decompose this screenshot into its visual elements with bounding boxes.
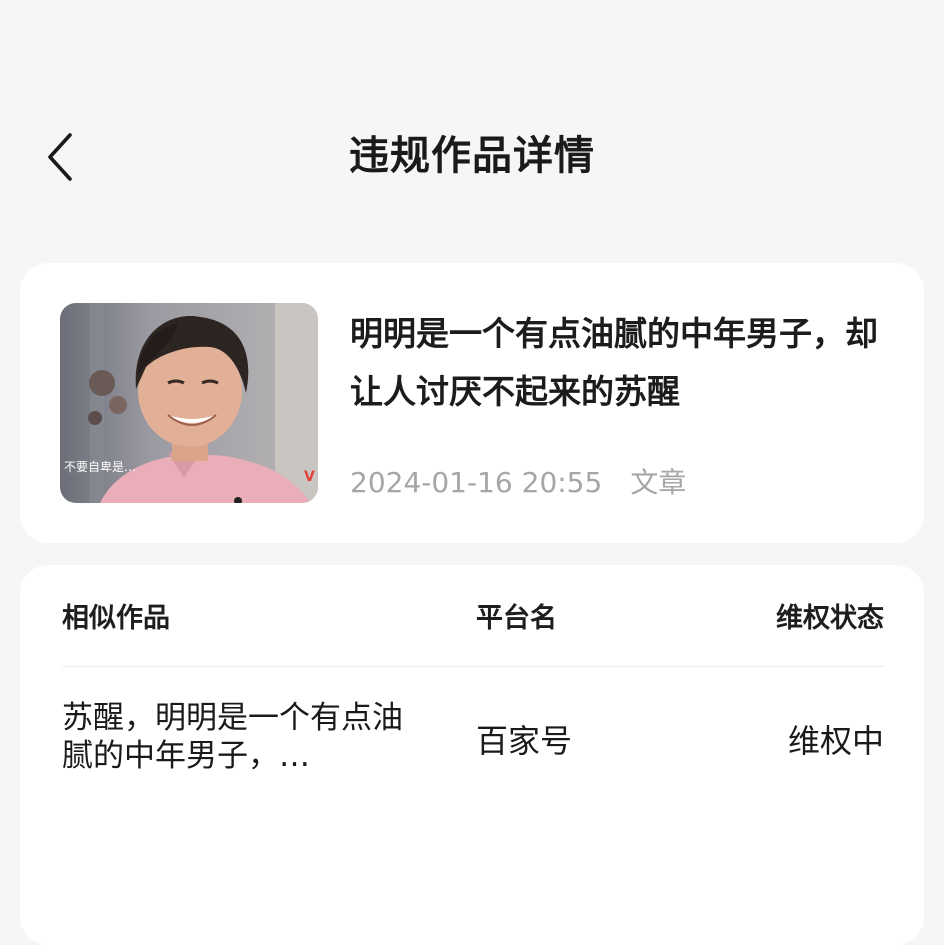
rights-status: 维权中 xyxy=(787,722,884,760)
thumbnail-image: 不要自卑是… V xyxy=(60,303,318,503)
column-header-platform: 平台名 xyxy=(476,603,557,634)
platform-name: 百家号 xyxy=(476,722,573,760)
top-bar: 违规作品详情 xyxy=(0,100,944,210)
work-meta: 2024-01-16 20:55 文章 xyxy=(350,463,686,503)
work-title: 明明是一个有点油腻的中年男子，却让人讨厌不起来的苏醒 xyxy=(350,314,878,411)
header-divider xyxy=(62,666,884,667)
page-title: 违规作品详情 xyxy=(349,133,595,179)
svg-text:V: V xyxy=(304,469,315,485)
work-type: 文章 xyxy=(630,466,687,499)
work-thumbnail[interactable]: 不要自卑是… V xyxy=(60,303,318,503)
thumbnail-caption: 不要自卑是… xyxy=(64,459,136,474)
similar-work-title[interactable]: 苏醒，明明是一个有点油腻的中年男子，… xyxy=(62,699,407,775)
similar-works-card: 相似作品 平台名 维权状态 苏醒，明明是一个有点油腻的中年男子，… 百家号 维权… xyxy=(20,565,924,945)
violating-work-card[interactable]: 不要自卑是… V 明明是一个有点油腻的中年男子，却让人讨厌不起来的苏醒 2024… xyxy=(20,263,924,543)
column-header-similar: 相似作品 xyxy=(62,603,170,634)
column-header-status: 维权状态 xyxy=(776,603,884,634)
work-datetime: 2024-01-16 20:55 xyxy=(350,466,603,499)
